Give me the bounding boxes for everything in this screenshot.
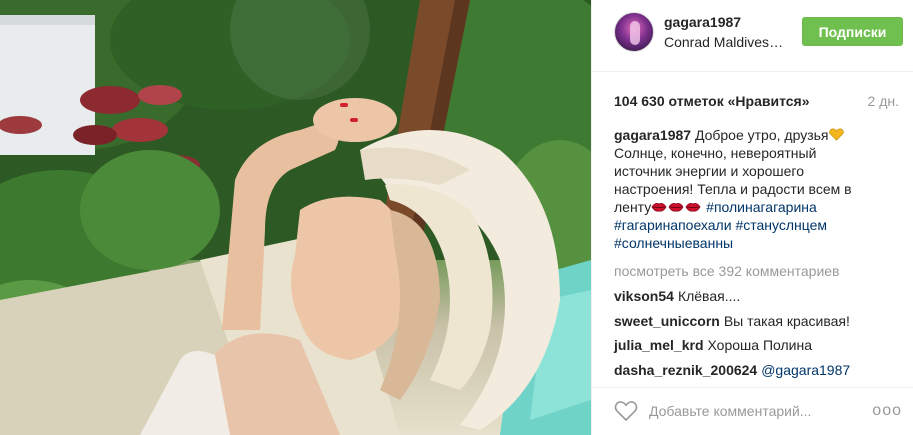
post-age[interactable]: 2 дн. [868,93,899,109]
comment-item: dasha_reznik_200624 @gagara1987 [614,362,913,378]
avatar-figure [630,21,640,45]
comment-text: Вы такая красивая! [723,313,850,329]
post-photo[interactable] [0,0,591,435]
view-all-comments-link[interactable]: посмотреть все 392 комментариев [614,263,840,279]
yellow-heart-icon [828,128,844,141]
like-heart-icon[interactable] [614,400,638,422]
lips-icon [668,203,684,212]
post-header: gagara1987 Conrad Maldives Rangali Islan… [592,0,913,72]
more-options-button[interactable]: ooo [872,402,902,420]
photo-illustration [0,0,591,435]
comment-mention[interactable]: @gagara1987 [761,362,850,378]
caption: gagara1987 Доброе утро, друзья Солнце, к… [614,126,864,252]
author-username[interactable]: gagara1987 [664,14,741,30]
comment-username[interactable]: vikson54 [614,288,674,304]
comment-item: julia_mel_krd Хороша Полина [614,337,812,353]
comment-item: sweet_uniccorn Вы такая красивая! [614,313,850,329]
caption-text-1: Доброе утро, друзья [694,127,829,143]
comment-bar: ooo [592,387,913,435]
following-button[interactable]: Подписки [802,17,903,46]
caption-username[interactable]: gagara1987 [614,127,691,143]
comment-username[interactable]: dasha_reznik_200624 [614,362,757,378]
avatar[interactable] [614,12,654,52]
location-link[interactable]: Conrad Maldives Rangali Island [664,34,784,50]
post-sidebar: gagara1987 Conrad Maldives Rangali Islan… [591,0,913,435]
comment-username[interactable]: julia_mel_krd [614,337,704,353]
comment-item: vikson54 Клёвая.... [614,288,740,304]
hashtag-link[interactable]: #стануслнцем [735,217,827,233]
comment-text: Хороша Полина [707,337,813,353]
lips-icon [685,203,701,212]
hashtag-link[interactable]: #солнечныеванны [614,235,733,251]
likes-count[interactable]: 104 630 отметок «Нравится» [614,93,810,109]
lips-icon [651,203,667,212]
hashtag-link[interactable]: #полинагагарина [706,199,817,215]
hashtag-link[interactable]: #гагаринапоехали [614,217,732,233]
comment-text: Клёвая.... [677,288,741,304]
add-comment-input[interactable] [649,400,849,422]
comment-username[interactable]: sweet_uniccorn [614,313,720,329]
